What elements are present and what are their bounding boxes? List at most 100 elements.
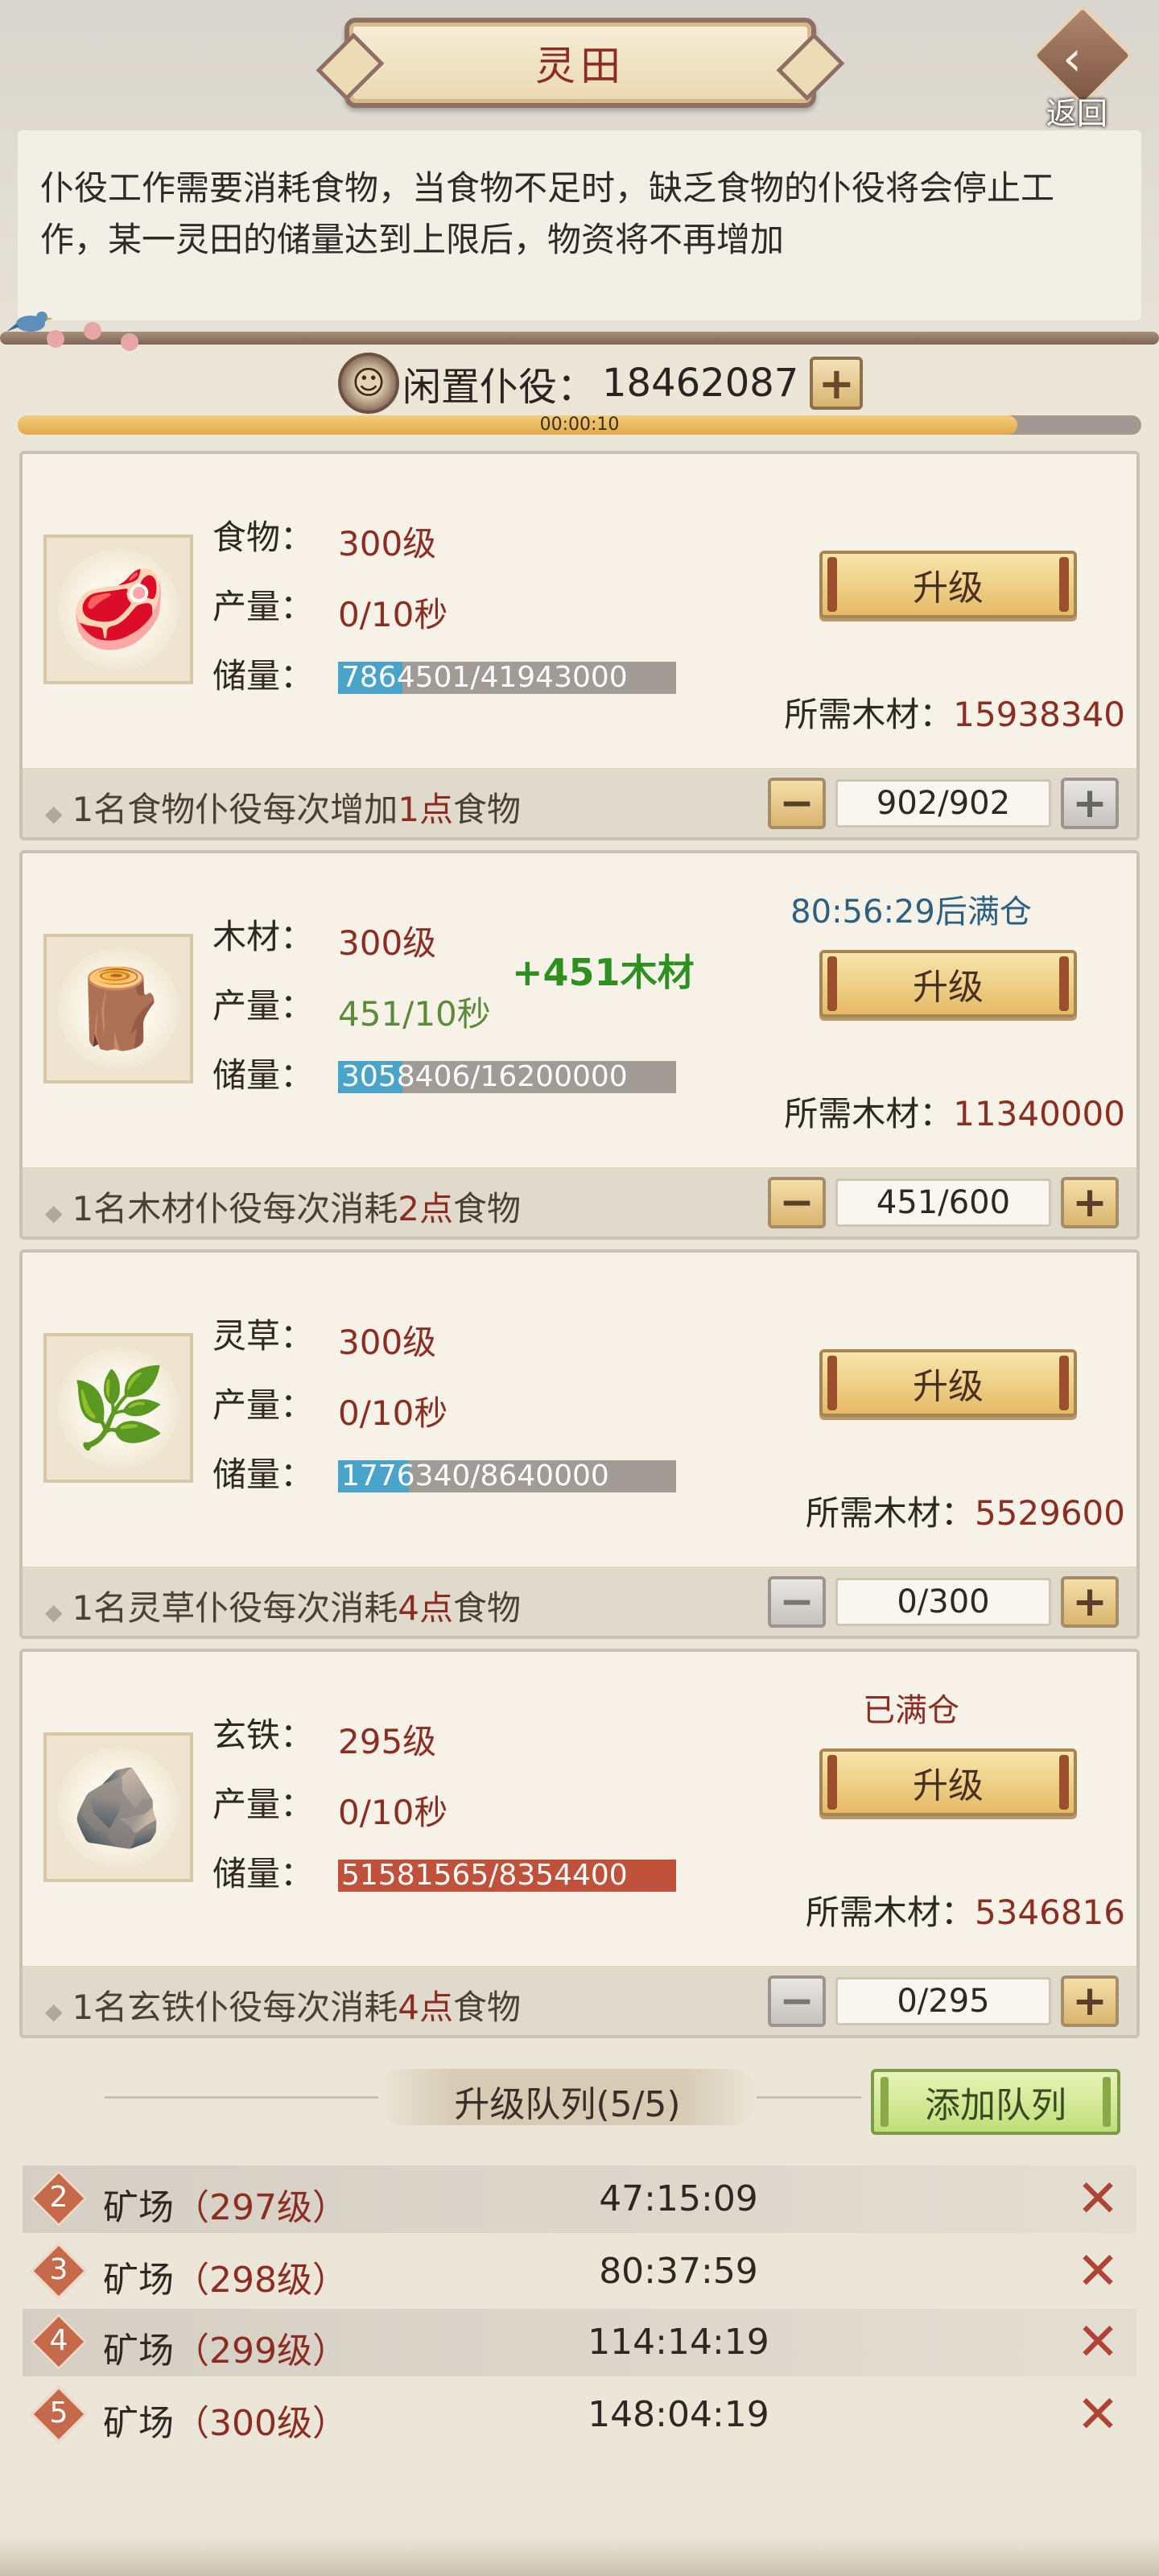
divider-line: [757, 2096, 861, 2099]
queue-number: 2: [49, 2181, 68, 2214]
storage-bar: 3058406/16200000: [338, 1061, 676, 1093]
upgrade-cost: 所需木材：5346816: [806, 1885, 1125, 1934]
upgrade-cost: 所需木材：5529600: [806, 1486, 1125, 1535]
field-name: 食物：: [212, 518, 315, 557]
notice-text: 仆役工作需要消耗食物，当食物不足时，缺乏食物的仆役将会停止工作，某一灵田的储量达…: [18, 130, 1141, 320]
add-queue-button[interactable]: 添加队列: [871, 2069, 1120, 2135]
plum-branch-divider: [0, 332, 1159, 345]
queue-item-level: （297级）: [174, 2187, 348, 2228]
cost-value: 5529600: [974, 1493, 1125, 1533]
field-level: 300级: [338, 923, 437, 963]
field-name: 木材：: [212, 917, 315, 956]
cost-value: 15938340: [953, 695, 1125, 734]
servant-avatar-icon: ☺: [338, 353, 399, 414]
footer-text-post: 食物: [453, 1988, 522, 2027]
storage-bar: 51581565/8354400: [338, 1860, 676, 1892]
field-name: 玄铁：: [212, 1715, 315, 1755]
herb-icon: 🌿: [58, 1348, 179, 1468]
increase-servants-button[interactable]: +: [1061, 1177, 1119, 1228]
queue-header: 升级队列(5/5): [105, 2069, 861, 2125]
queue-item-time: 114:14:19: [588, 2322, 769, 2363]
decrease-servants-button[interactable]: −: [768, 1975, 826, 2027]
blossom-icon: [84, 322, 101, 340]
cost-value: 11340000: [953, 1094, 1125, 1133]
cancel-queue-icon[interactable]: ✕: [1070, 2388, 1125, 2442]
queue-item-building: 矿场: [103, 2260, 174, 2301]
servant-count[interactable]: 902/902: [835, 779, 1051, 828]
upgrade-button[interactable]: 升级: [819, 950, 1077, 1018]
decrease-servants-button[interactable]: −: [768, 1177, 826, 1228]
decrease-servants-button[interactable]: −: [768, 1576, 826, 1628]
storage-status: 已满仓: [863, 1692, 959, 1729]
footer-text-highlight: 1点: [398, 790, 454, 829]
timer-progress-bar: 00:00:10: [18, 415, 1141, 435]
footer-text-pre: 1名玄铁仆役每次消耗: [72, 1988, 398, 2027]
queue-row: 3 矿场（298级） 80:37:59 ✕: [23, 2238, 1136, 2306]
field-card: 🪨 玄铁： 295级 产量： 0/10秒 储量： 51581565/835440…: [19, 1649, 1140, 2038]
upgrade-cost: 所需木材：11340000: [784, 1087, 1125, 1136]
upgrade-cost: 所需木材：15938340: [784, 687, 1125, 737]
queue-item-name: 矿场（300级）: [103, 2394, 348, 2446]
footer-text-post: 食物: [453, 1189, 522, 1228]
servant-count[interactable]: 0/295: [835, 1977, 1051, 2025]
back-button[interactable]: ‹ 返回: [1031, 4, 1136, 131]
diamond-bullet-icon: ◆: [45, 1599, 63, 1625]
queue-item-level: （300级）: [174, 2403, 348, 2444]
bottom-edge: [0, 2536, 1159, 2576]
servant-count[interactable]: 451/600: [835, 1179, 1051, 1227]
queue-item-building: 矿场: [103, 2187, 174, 2228]
field-icon-frame: 🥩: [43, 535, 193, 684]
footer-text-pre: 1名木材仆役每次消耗: [72, 1189, 398, 1228]
storage-label: 储量：: [212, 1854, 315, 1893]
field-footer: ◆ 1名食物仆役每次增加1点食物 − 902/902 +: [23, 768, 1136, 837]
field-level: 295级: [338, 1722, 437, 1761]
blossom-icon: [47, 330, 64, 348]
production-label: 产量：: [212, 1785, 315, 1824]
production-label: 产量：: [212, 986, 315, 1026]
production-rate: 451/10秒: [338, 994, 491, 1034]
queue-row: 2 矿场（297级） 47:15:09 ✕: [23, 2165, 1136, 2233]
divider-line: [105, 2096, 378, 2099]
cancel-queue-icon[interactable]: ✕: [1070, 2244, 1125, 2299]
page-title: 灵田: [535, 43, 625, 89]
decrease-servants-button[interactable]: −: [768, 778, 826, 829]
cancel-queue-icon[interactable]: ✕: [1070, 2315, 1125, 2370]
increase-servants-button[interactable]: +: [1061, 778, 1119, 829]
storage-bar: 7864501/41943000: [338, 662, 676, 694]
increase-servants-button[interactable]: +: [1061, 1576, 1119, 1628]
queue-item-name: 矿场（297级）: [103, 2178, 348, 2230]
queue-item-building: 矿场: [103, 2403, 174, 2444]
footer-text-pre: 1名食物仆役每次增加: [72, 790, 398, 829]
queue-item-time: 148:04:19: [588, 2394, 769, 2435]
footer-text-pre: 1名灵草仆役每次消耗: [72, 1588, 398, 1628]
cost-label: 所需木材：: [805, 1893, 975, 1932]
cancel-queue-icon[interactable]: ✕: [1070, 2172, 1125, 2227]
storage-bar: 1776340/8640000: [338, 1460, 676, 1492]
cost-value: 5346816: [974, 1893, 1125, 1932]
queue-number: 5: [49, 2396, 68, 2429]
blossom-icon: [121, 333, 138, 351]
storage-value: 51581565/8354400: [341, 1860, 628, 1892]
upgrade-button[interactable]: 升级: [819, 1748, 1077, 1816]
back-label: 返回: [1046, 96, 1108, 131]
upgrade-button[interactable]: 升级: [819, 551, 1077, 618]
footer-text-highlight: 2点: [398, 1189, 454, 1228]
upgrade-button[interactable]: 升级: [819, 1349, 1077, 1417]
queue-row: 5 矿场（300级） 148:04:19 ✕: [23, 2381, 1136, 2449]
production-rate: 0/10秒: [338, 1793, 448, 1832]
increase-servants-button[interactable]: +: [1061, 1975, 1119, 2027]
field-card: 🌿 灵草： 300级 产量： 0/10秒 储量： 1776340/8640000…: [19, 1249, 1140, 1639]
field-footer: ◆ 1名玄铁仆役每次消耗4点食物 − 0/295 +: [23, 1966, 1136, 2035]
add-servant-button[interactable]: +: [810, 357, 864, 410]
title-plaque: 灵田: [344, 18, 816, 108]
servant-count[interactable]: 0/300: [835, 1578, 1051, 1626]
queue-item-level: （298级）: [174, 2260, 348, 2301]
idle-value: 18462087: [602, 361, 799, 406]
production-label: 产量：: [212, 587, 315, 626]
storage-label: 储量：: [212, 656, 315, 696]
field-card: 🪵 木材： 300级 产量： 451/10秒 储量： 3058406/16200…: [19, 850, 1140, 1240]
meat-icon: 🥩: [58, 549, 179, 670]
queue-item-time: 80:37:59: [599, 2251, 758, 2292]
back-arrow-icon: ‹: [1062, 31, 1082, 87]
field-name: 灵草：: [212, 1316, 315, 1356]
